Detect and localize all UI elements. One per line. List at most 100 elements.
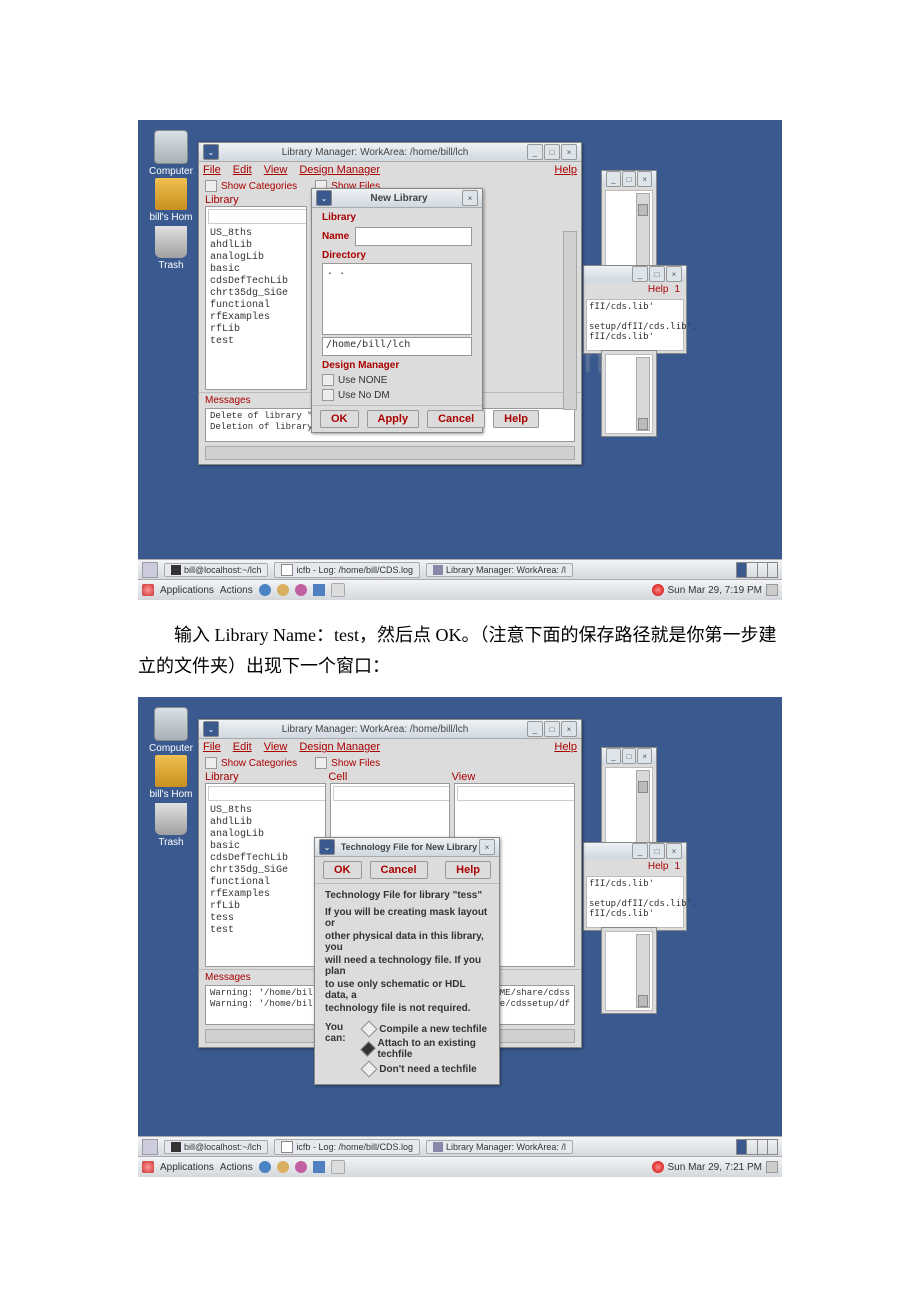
app-icon[interactable] [331,1160,345,1174]
view-filter-input[interactable] [457,786,575,801]
browser-icon[interactable] [259,1161,271,1173]
desktop-icon-home[interactable]: bill's Hom [146,178,196,223]
task-libmgr[interactable]: Library Manager: WorkArea: /l [426,563,573,577]
desktop-icon-home[interactable]: bill's Hom [146,755,196,800]
menu-edit[interactable]: Edit [233,164,252,176]
use-nodm-radio[interactable]: Use No DM [322,389,472,401]
show-desktop-icon[interactable] [142,562,158,578]
ok-button[interactable]: OK [323,861,362,879]
menu-help[interactable]: Help [554,164,577,176]
desktop-icon-computer[interactable]: Computer [146,707,196,754]
help-button[interactable]: Help [445,861,491,879]
cancel-button[interactable]: Cancel [370,861,428,879]
minimize-icon[interactable]: _ [632,843,648,859]
scrollbar[interactable] [563,231,577,410]
apply-button[interactable]: Apply [367,410,420,428]
task-libmgr[interactable]: Library Manager: WorkArea: /l [426,1140,573,1154]
library-item[interactable]: rfExamples [210,889,321,901]
show-categories-checkbox[interactable]: Show Categories [205,757,297,769]
close-icon[interactable]: × [666,843,682,859]
library-item[interactable]: ahdlLib [210,240,302,252]
titlebar[interactable]: ⌄ New Library × [312,189,482,208]
library-item[interactable]: cdsDefTechLib [210,276,302,288]
minimize-icon[interactable]: _ [527,721,543,737]
menu-design-manager[interactable]: Design Manager [299,164,380,176]
close-icon[interactable]: × [666,266,682,282]
no-techfile-radio[interactable]: Don't need a techfile [363,1063,489,1075]
library-list[interactable]: US_8thsahdlLibanalogLibbasiccdsDefTechLi… [205,206,307,390]
close-icon[interactable]: × [561,144,577,160]
app-icon[interactable] [295,584,307,596]
maximize-icon[interactable]: □ [544,721,560,737]
browser-icon[interactable] [259,584,271,596]
directory-list[interactable]: . . [322,263,472,335]
redhat-icon[interactable] [142,584,154,596]
path-input[interactable]: /home/bill/lch [322,337,472,356]
task-terminal[interactable]: bill@localhost:~/lch [164,563,268,577]
close-icon[interactable]: × [637,171,652,187]
library-item[interactable]: ahdlLib [210,817,321,829]
library-item[interactable]: chrt35dg_SiGe [210,288,302,300]
task-log[interactable]: icfb - Log: /home/bill/CDS.log [274,562,420,578]
menu-view[interactable]: View [264,741,288,753]
minimize-icon[interactable]: _ [632,266,648,282]
menu-file[interactable]: File [203,164,221,176]
library-filter-input[interactable] [208,209,307,224]
library-item[interactable]: functional [210,877,321,889]
library-list[interactable]: US_8thsahdlLibanalogLibbasiccdsDefTechLi… [205,783,326,967]
applications-menu[interactable]: Applications [160,1162,214,1173]
maximize-icon[interactable]: □ [544,144,560,160]
library-item[interactable]: basic [210,841,321,853]
library-name-input[interactable] [355,227,472,246]
maximize-icon[interactable]: □ [649,266,665,282]
titlebar[interactable]: ⌄ Technology File for New Library × [315,838,499,857]
desktop-icon-computer[interactable]: Computer [146,130,196,177]
library-item[interactable]: tess [210,913,321,925]
cancel-button[interactable]: Cancel [427,410,485,428]
library-item[interactable]: basic [210,264,302,276]
cell-filter-input[interactable] [333,786,451,801]
help-link[interactable]: Help [648,284,669,295]
window-menu-icon[interactable]: ⌄ [203,721,219,737]
library-item[interactable]: US_8ths [210,228,302,240]
library-item[interactable]: analogLib [210,252,302,264]
library-item[interactable]: rfLib [210,324,302,336]
menu-help[interactable]: Help [554,741,577,753]
window-menu-icon[interactable]: ⌄ [319,839,335,855]
minimize-icon[interactable]: _ [606,748,621,764]
close-icon[interactable]: × [479,839,495,855]
menu-edit[interactable]: Edit [233,741,252,753]
help-link[interactable]: Help [648,861,669,872]
actions-menu[interactable]: Actions [220,585,253,596]
library-item[interactable]: chrt35dg_SiGe [210,865,321,877]
window-menu-icon[interactable]: ⌄ [316,190,332,206]
menu-design-manager[interactable]: Design Manager [299,741,380,753]
desktop-icon-trash[interactable]: Trash [146,226,196,271]
library-item[interactable]: test [210,925,321,937]
maximize-icon[interactable]: □ [622,171,637,187]
show-categories-checkbox[interactable]: Show Categories [205,180,297,192]
alert-icon[interactable] [652,1161,664,1173]
applications-menu[interactable]: Applications [160,585,214,596]
app-icon[interactable] [331,583,345,597]
desktop-icon-trash[interactable]: Trash [146,803,196,848]
mail-icon[interactable] [277,584,289,596]
library-item[interactable]: rfExamples [210,312,302,324]
close-icon[interactable]: × [462,190,478,206]
attach-techfile-radio[interactable]: Attach to an existing techfile [363,1038,489,1060]
task-terminal[interactable]: bill@localhost:~/lch [164,1140,268,1154]
redhat-icon[interactable] [142,1161,154,1173]
close-icon[interactable]: × [637,748,652,764]
titlebar[interactable]: ⌄ Library Manager: WorkArea: /home/bill/… [199,143,581,162]
menu-view[interactable]: View [264,164,288,176]
actions-menu[interactable]: Actions [220,1162,253,1173]
library-item[interactable]: functional [210,300,302,312]
library-filter-input[interactable] [208,786,326,801]
volume-icon[interactable] [766,1161,778,1173]
library-item[interactable]: analogLib [210,829,321,841]
app-icon[interactable] [313,1161,325,1173]
minimize-icon[interactable]: _ [606,171,621,187]
volume-icon[interactable] [766,584,778,596]
library-item[interactable]: rfLib [210,901,321,913]
help-button[interactable]: Help [493,410,539,428]
